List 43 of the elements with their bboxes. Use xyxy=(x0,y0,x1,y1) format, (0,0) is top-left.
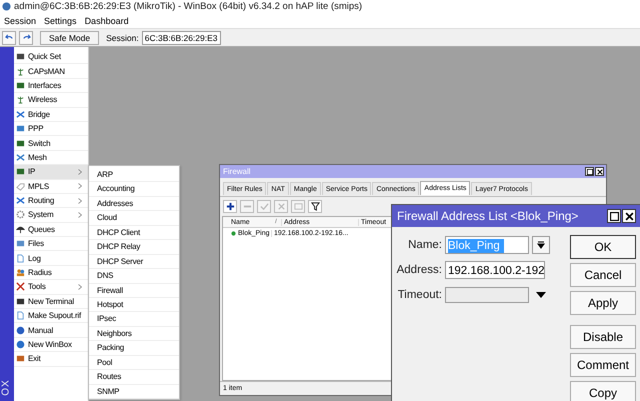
submenu-item[interactable]: Firewall xyxy=(89,284,179,298)
menu-item[interactable]: Session xyxy=(4,16,36,26)
safe-mode-button[interactable]: Safe Mode xyxy=(40,30,100,44)
menu-item[interactable]: Dashboard xyxy=(84,16,129,26)
submenu-item[interactable]: Packing xyxy=(89,341,179,356)
side-menu-item[interactable]: Interfaces xyxy=(14,78,88,94)
field-label: Timeout: xyxy=(396,289,442,301)
session-label: Session: xyxy=(106,32,139,42)
dialog-button[interactable]: Cancel xyxy=(570,263,636,287)
side-menu-item[interactable]: Switch xyxy=(14,136,88,151)
side-menu-item[interactable]: PPP xyxy=(14,122,88,136)
submenu-item[interactable]: Routes xyxy=(89,370,179,385)
window-title: admin@6C:3B:6B:26:29:E3 (MikroTik) - WinBox (64bit) v6.34.2 on hAP lite (smips) xyxy=(14,1,362,12)
dialog-button[interactable]: Apply xyxy=(570,291,636,315)
input-field[interactable]: 192.168.100.2-192 xyxy=(445,261,545,279)
dialog-button[interactable]: Disable xyxy=(570,325,636,349)
submenu-item[interactable]: Hotspot xyxy=(89,298,179,312)
submenu-item[interactable]: Neighbors xyxy=(89,326,179,342)
submenu-item[interactable]: DNS xyxy=(89,269,179,284)
menu-item[interactable]: Settings xyxy=(44,16,77,26)
side-menu-item[interactable]: Wireless xyxy=(14,93,88,108)
side-menu-item[interactable]: Bridge xyxy=(14,108,88,122)
submenu-item[interactable]: Pool xyxy=(89,356,179,370)
submenu-item[interactable]: Addresses xyxy=(89,196,179,212)
submenu-item[interactable]: DHCP Relay xyxy=(89,240,179,255)
dialog-button[interactable]: Copy xyxy=(570,381,636,401)
window-title: Firewall xyxy=(223,167,251,176)
submenu-item[interactable]: DHCP Client xyxy=(89,226,179,240)
field-label: Address: xyxy=(396,264,442,276)
submenu-item[interactable]: SNMP xyxy=(89,384,179,399)
side-menu-item[interactable]: CAPsMAN xyxy=(14,64,88,79)
submenu-item[interactable]: Cloud xyxy=(89,211,179,226)
submenu-item[interactable]: Accounting xyxy=(89,182,179,197)
side-menu-item[interactable]: IP xyxy=(14,165,88,180)
side-menu-item[interactable]: Quick Set xyxy=(14,50,88,64)
field-label: Name: xyxy=(407,239,442,251)
brand-text: OX xyxy=(0,379,12,396)
submenu-item[interactable]: ARP xyxy=(89,168,179,182)
dialog-button[interactable]: OK xyxy=(570,235,636,259)
dialog-button[interactable]: Comment xyxy=(570,353,636,377)
submenu-item[interactable]: IPsec xyxy=(89,312,179,327)
submenu-item[interactable]: DHCP Server xyxy=(89,254,179,270)
session-field[interactable]: 6C:3B:6B:26:29:E3 xyxy=(142,30,221,44)
